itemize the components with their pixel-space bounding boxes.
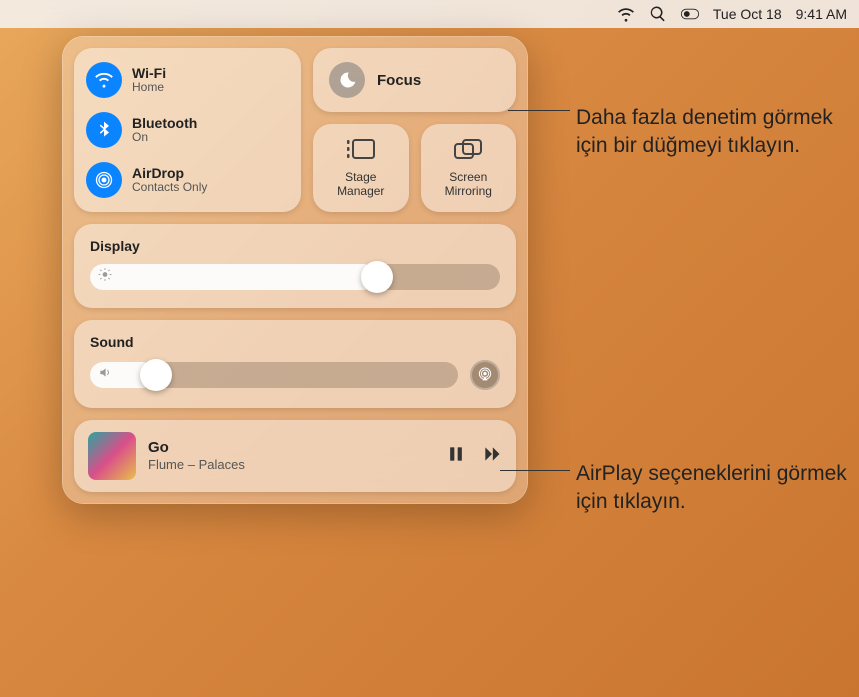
moon-icon	[329, 62, 365, 98]
callout-leader-line	[500, 470, 570, 471]
display-title: Display	[90, 238, 140, 254]
stage-manager-icon	[346, 138, 376, 167]
wifi-toggle[interactable]: Wi-Fi Home	[86, 58, 289, 102]
sound-tile: Sound	[74, 320, 516, 408]
pause-button[interactable]	[446, 444, 466, 469]
screen-mirroring-label: Screen Mirroring	[445, 171, 492, 199]
airplay-audio-button[interactable]	[470, 360, 500, 390]
airdrop-subtitle: Contacts Only	[132, 181, 207, 195]
speaker-icon	[98, 366, 112, 385]
airdrop-icon	[86, 162, 122, 198]
bluetooth-title: Bluetooth	[132, 115, 197, 131]
track-title: Go	[148, 439, 434, 457]
display-tile: Display	[74, 224, 516, 308]
menubar-date[interactable]: Tue Oct 18	[713, 6, 782, 22]
callout-leader-line	[508, 110, 570, 111]
bluetooth-subtitle: On	[132, 131, 197, 145]
brightness-icon	[98, 268, 112, 287]
display-brightness-slider[interactable]	[90, 264, 500, 290]
airdrop-toggle[interactable]: AirDrop Contacts Only	[86, 158, 289, 202]
control-center-panel: Wi-Fi Home Bluetooth On AirDrop	[62, 36, 528, 504]
search-icon[interactable]	[649, 5, 667, 23]
callout-airplay: AirPlay seçeneklerini görmek için tıklay…	[576, 460, 856, 517]
wifi-icon	[86, 62, 122, 98]
wifi-subtitle: Home	[132, 81, 166, 95]
wifi-title: Wi-Fi	[132, 65, 166, 81]
connectivity-tile: Wi-Fi Home Bluetooth On AirDrop	[74, 48, 301, 212]
album-art	[88, 432, 136, 480]
bluetooth-icon	[86, 112, 122, 148]
sound-volume-slider[interactable]	[90, 362, 458, 388]
next-track-button[interactable]	[482, 444, 502, 469]
wifi-icon[interactable]	[617, 5, 635, 23]
screen-mirroring-icon	[453, 138, 483, 167]
callout-focus: Daha fazla denetim görmek için bir düğme…	[576, 104, 846, 161]
focus-label: Focus	[377, 72, 421, 89]
stage-manager-label: Stage Manager	[337, 171, 384, 199]
focus-button[interactable]: Focus	[313, 48, 516, 112]
control-center-icon[interactable]	[681, 5, 699, 23]
screen-mirroring-button[interactable]: Screen Mirroring	[421, 124, 517, 212]
now-playing-tile[interactable]: Go Flume – Palaces	[74, 420, 516, 492]
sound-title: Sound	[90, 334, 134, 350]
bluetooth-toggle[interactable]: Bluetooth On	[86, 108, 289, 152]
menubar-time[interactable]: 9:41 AM	[796, 6, 847, 22]
track-artist: Flume – Palaces	[148, 457, 434, 473]
menubar: Tue Oct 18 9:41 AM	[0, 0, 859, 28]
airdrop-title: AirDrop	[132, 165, 207, 181]
stage-manager-button[interactable]: Stage Manager	[313, 124, 409, 212]
